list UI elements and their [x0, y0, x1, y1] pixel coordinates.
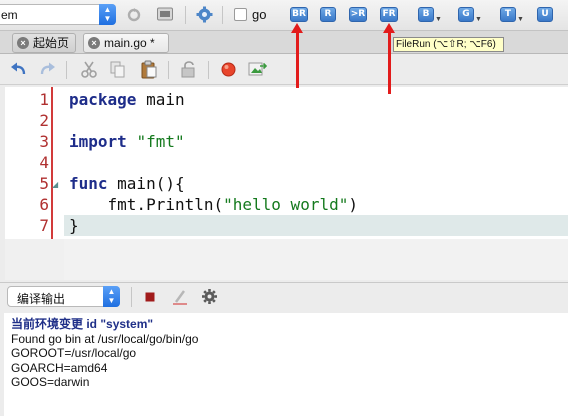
- output-line: GOARCH=amd64: [11, 360, 108, 375]
- go-tools-menu-button[interactable]: G: [458, 7, 474, 22]
- gear-icon[interactable]: [195, 5, 214, 24]
- code-line[interactable]: fmt.Println("hello world"): [69, 195, 358, 214]
- line-number: 2: [39, 111, 49, 130]
- tab-label: main.go *: [104, 36, 155, 50]
- gear-icon[interactable]: [201, 288, 218, 305]
- gutter-marker-line: [51, 87, 53, 239]
- redo-icon[interactable]: [38, 61, 56, 77]
- editor-empty-area[interactable]: [64, 239, 568, 280]
- tooltip: FileRun (⌥⇧R; ⌥F6): [393, 37, 504, 52]
- code-line[interactable]: import "fmt": [69, 132, 185, 151]
- window-icon[interactable]: [156, 6, 174, 22]
- edit-toolbar: [0, 55, 568, 85]
- chevron-down-icon[interactable]: ▼: [435, 16, 442, 23]
- tab-main-go[interactable]: × main.go *: [83, 33, 169, 53]
- gutter-empty-area: [5, 239, 64, 280]
- cut-icon[interactable]: [80, 61, 98, 78]
- current-line-highlight: [64, 215, 568, 236]
- build-output-console[interactable]: 当前环境变更 id "system" Found go bin at /usr/…: [4, 313, 568, 416]
- line-number: 4: [39, 153, 49, 172]
- tab-welcome[interactable]: × 起始页: [12, 33, 76, 53]
- stop-circle-icon[interactable]: [220, 61, 237, 78]
- tab-label: 起始页: [33, 36, 70, 50]
- line-number: 3: [39, 132, 49, 151]
- output-line: 当前环境变更 id "system": [11, 317, 154, 331]
- output-type-select[interactable]: 编译输出 ▲ ▼: [7, 286, 120, 307]
- annotation-arrow: [291, 23, 303, 88]
- output-line: GOOS=darwin: [11, 375, 90, 389]
- toolbar-divider: [222, 6, 223, 24]
- build-run-button[interactable]: BR: [290, 7, 308, 22]
- export-image-icon[interactable]: [248, 61, 267, 78]
- test-menu-button[interactable]: T: [500, 7, 516, 22]
- file-run-button[interactable]: FR: [380, 7, 398, 22]
- clear-output-icon[interactable]: [172, 288, 188, 306]
- fold-marker-icon[interactable]: ◢: [52, 180, 58, 189]
- chevron-down-icon[interactable]: ▼: [517, 16, 524, 23]
- copy-icon[interactable]: [110, 61, 126, 78]
- code-editor[interactable]: 1 2 3 4 5 6 7 ◢ package main import "fmt…: [5, 87, 568, 280]
- build-menu-button[interactable]: B: [418, 7, 434, 22]
- output-line: Found go bin at /usr/local/go/bin/go: [11, 331, 199, 346]
- close-icon[interactable]: ×: [88, 37, 100, 49]
- close-icon[interactable]: ×: [17, 37, 29, 49]
- user-menu-button[interactable]: U: [537, 7, 553, 22]
- toolbar-divider: [66, 61, 67, 79]
- select-arrows-icon[interactable]: ▲ ▼: [99, 4, 116, 25]
- line-number: 7: [39, 216, 49, 235]
- output-line: GOROOT=/usr/local/go: [11, 346, 137, 360]
- code-line[interactable]: }: [69, 216, 79, 235]
- toolbar-divider: [168, 61, 169, 79]
- annotation-arrow: [383, 23, 395, 94]
- line-number: 5: [39, 174, 49, 193]
- stop-icon[interactable]: [143, 290, 157, 304]
- toolbar-divider: [185, 6, 186, 24]
- environment-select[interactable]: em ▲ ▼: [0, 4, 116, 25]
- go-checkbox[interactable]: [234, 8, 247, 21]
- output-toolbar: 编译输出 ▲ ▼: [0, 282, 568, 312]
- select-arrows-icon[interactable]: ▲ ▼: [103, 286, 120, 307]
- line-number: 6: [39, 195, 49, 214]
- line-number: 1: [39, 90, 49, 109]
- chevron-down-icon[interactable]: ▼: [475, 16, 482, 23]
- undo-icon[interactable]: [10, 61, 28, 77]
- paste-icon[interactable]: [140, 60, 158, 79]
- refresh-icon[interactable]: [125, 6, 143, 24]
- toolbar-divider: [208, 61, 209, 79]
- code-line[interactable]: package main: [69, 90, 185, 109]
- output-type-value: 编译输出: [17, 292, 66, 306]
- main-toolbar: em ▲ ▼ go BR R >R FR B ▼ G ▼ T ▼ U: [0, 0, 568, 30]
- run-button[interactable]: R: [320, 7, 336, 22]
- run-in-terminal-button[interactable]: >R: [349, 7, 367, 22]
- environment-select-value: em: [1, 8, 18, 22]
- lock-icon[interactable]: [180, 61, 198, 78]
- go-checkbox-label: go: [252, 7, 267, 22]
- toolbar-divider: [131, 287, 132, 307]
- code-line[interactable]: func main(){: [69, 174, 185, 193]
